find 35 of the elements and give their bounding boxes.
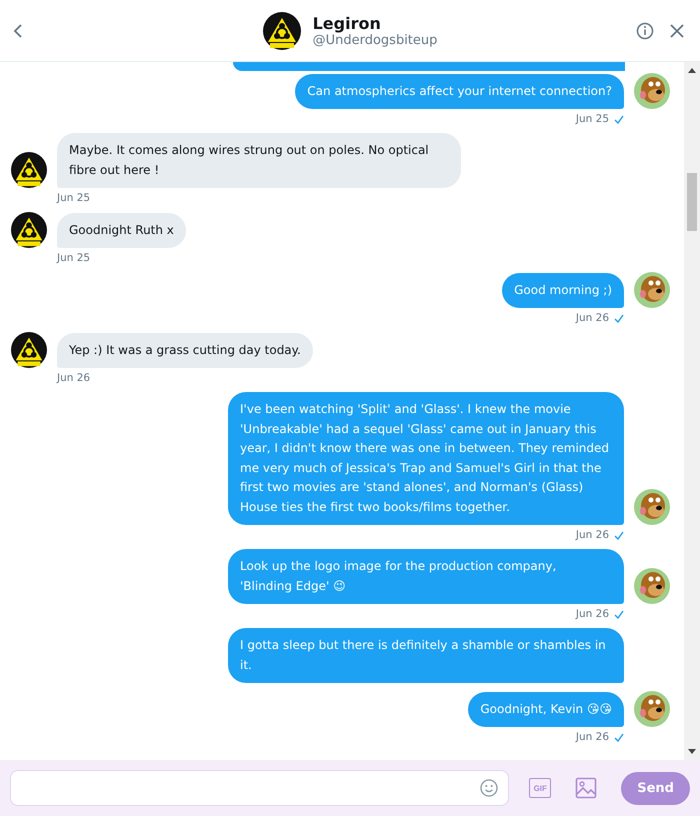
- avatar: [262, 12, 301, 50]
- message-bubble: Yep :) It was a grass cutting day today.: [57, 332, 313, 368]
- avatar: [634, 272, 670, 308]
- avatar: [11, 332, 47, 368]
- message-bubble: I've been watching 'Split' and 'Glass'. I knew the movie 'Unbreakable' had a sequel 'Glass' came out in January this year, I didn't know there was one in between. They reminded me very much of Jessica's Trap and Samuel's Girl in that the first two movies are 'stand alones', and Norman's (Glass) House ties the first two books/films together.: [228, 392, 624, 525]
- message-bubble: I gotta sleep but there is definitely a shamble or shambles in it.: [228, 628, 624, 683]
- message-bubble: Goodnight, Kevin 😘😘: [468, 692, 624, 727]
- avatar: [11, 152, 47, 188]
- contact-handle: @Underdogsbiteup: [312, 32, 438, 48]
- message-time: Jun 25: [57, 252, 90, 264]
- scroll-up-icon[interactable]: [688, 68, 696, 73]
- message-field[interactable]: [10, 770, 510, 806]
- message-time: Jun 26: [576, 312, 609, 324]
- scroll-thumb[interactable]: [687, 173, 697, 231]
- message-time: Jun 26: [57, 372, 90, 384]
- avatar: [11, 212, 47, 248]
- avatar: [634, 489, 670, 525]
- avatar: [634, 691, 670, 727]
- message-time: Jun 26: [576, 731, 609, 743]
- message-bubble: Look up the logo image for the production company, 'Blinding Edge' 😉: [228, 549, 624, 604]
- message-time: Jun 26: [576, 608, 609, 620]
- avatar: [634, 568, 670, 604]
- message-bubble: Goodnight Ruth x: [57, 212, 186, 248]
- message-time: Jun 25: [576, 113, 609, 125]
- message-bubble: Maybe. It comes along wires strung out on poles. No optical fibre out here !: [57, 133, 461, 188]
- message-time: Jun 25: [57, 192, 90, 204]
- emoji-icon[interactable]: [480, 779, 498, 797]
- message-bubble: Can atmospherics affect your internet connection?: [295, 74, 624, 109]
- message-bubble: Good morning ;): [502, 272, 624, 308]
- scrollbar[interactable]: [684, 62, 700, 760]
- avatar: [634, 73, 670, 109]
- gif-button[interactable]: GIF: [529, 778, 552, 798]
- scroll-down-icon[interactable]: [688, 749, 696, 754]
- contact-name: Legiron: [312, 14, 382, 32]
- message-time: Jun 26: [576, 529, 609, 541]
